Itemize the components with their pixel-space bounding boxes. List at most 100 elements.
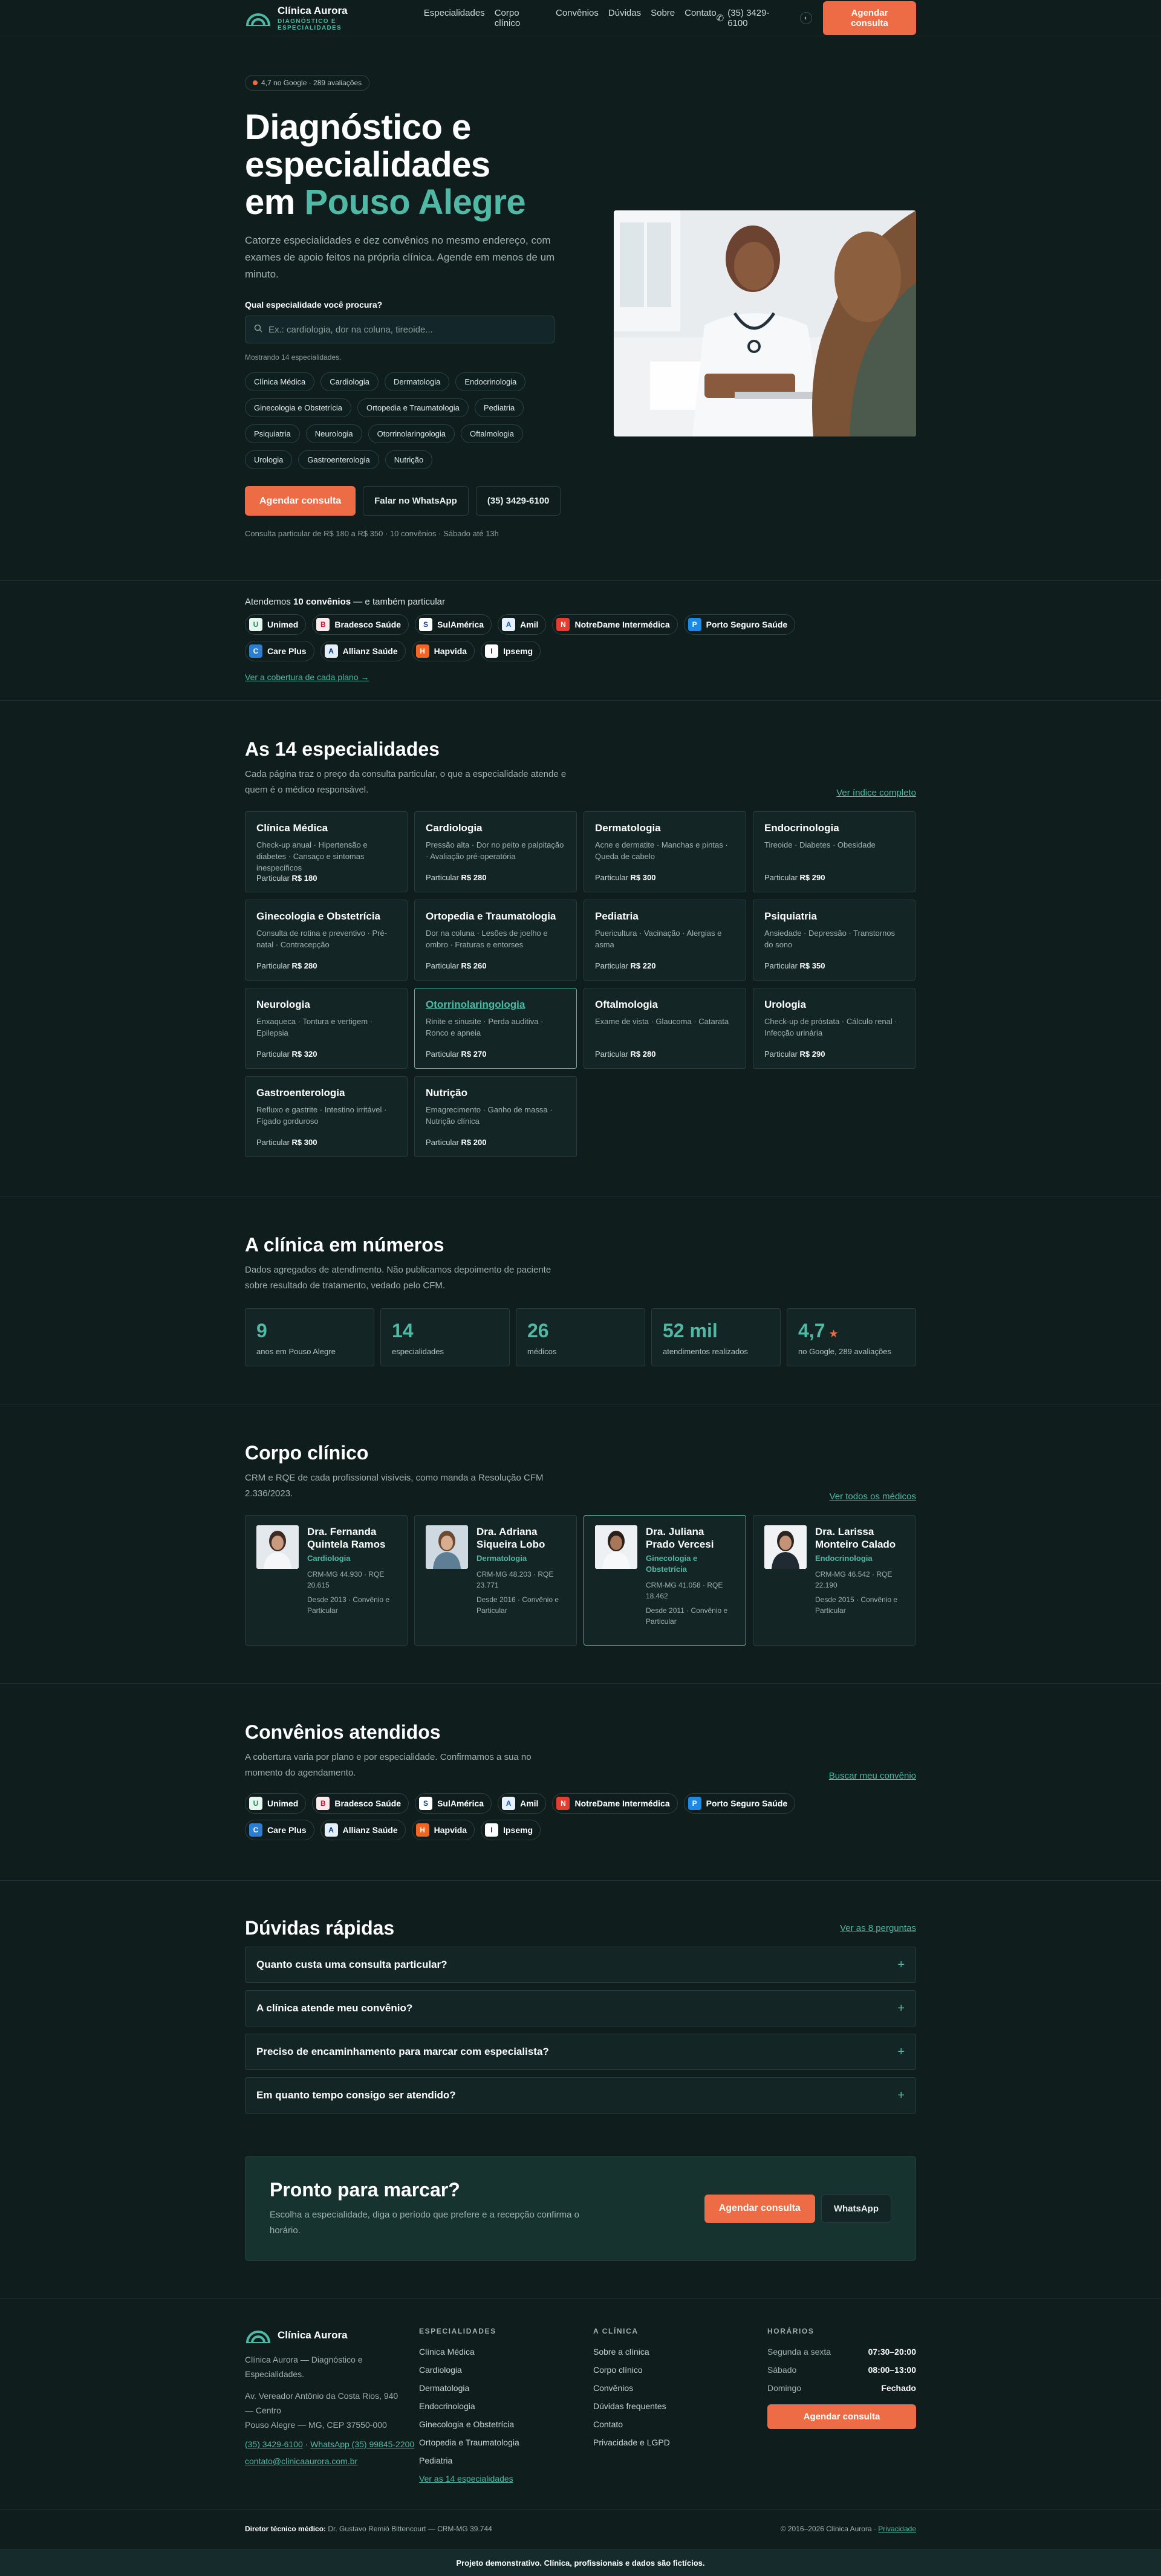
faq-item[interactable]: Preciso de encaminhamento para marcar co…	[245, 2034, 916, 2070]
specialty-card[interactable]: Nutrição Emagrecimento · Ganho de massa ·…	[414, 1076, 577, 1157]
demo-disclaimer: Projeto demonstrativo. Clínica, profissi…	[0, 2549, 1161, 2576]
specialty-card[interactable]: Psiquiatria Ansiedade · Depressão · Trans…	[753, 900, 915, 981]
specialty-card[interactable]: Ginecologia e Obstetrícia Consulta de rot…	[245, 900, 408, 981]
specialty-search-input[interactable]	[268, 324, 545, 335]
footer-specialty-link[interactable]: Ortopedia e Traumatologia	[419, 2433, 593, 2451]
theme-toggle-icon[interactable]: ◐	[800, 12, 813, 24]
specialty-chip[interactable]: Cardiologia	[320, 372, 379, 391]
faq-item[interactable]: A clínica atende meu convênio? +	[245, 1990, 916, 2026]
insurer-chip[interactable]: N NotreDame Intermédica	[552, 1793, 678, 1814]
cta-whatsapp-button[interactable]: WhatsApp	[821, 2194, 891, 2223]
specialty-card[interactable]: Otorrinolaringologia Rinite e sinusite · …	[414, 988, 577, 1069]
footer-clinic-link[interactable]: Corpo clínico	[593, 2361, 767, 2379]
insurer-chip[interactable]: A Amil	[498, 1793, 547, 1814]
specialty-name: Clínica Médica	[256, 822, 328, 834]
footer-specialty-link[interactable]: Pediatria	[419, 2451, 593, 2470]
nav-link-convenios[interactable]: Convênios	[556, 8, 599, 28]
footer-clinic-link[interactable]: Convênios	[593, 2379, 767, 2397]
specialty-chip[interactable]: Dermatologia	[385, 372, 450, 391]
specialty-chip[interactable]: Psiquiatria	[245, 424, 300, 443]
specialty-card[interactable]: Cardiologia Pressão alta · Dor no peito e…	[414, 811, 577, 892]
specialty-card[interactable]: Neurologia Enxaqueca · Tontura e vertigem…	[245, 988, 408, 1069]
nav-schedule-button[interactable]: Agendar consulta	[823, 1, 916, 35]
nav-link-duvidas[interactable]: Dúvidas	[608, 8, 641, 28]
insurer-chip[interactable]: S SulAmérica	[415, 614, 492, 635]
cta-schedule-button[interactable]: Agendar consulta	[704, 2194, 815, 2223]
nav-link-corpo-clinico[interactable]: Corpo clínico	[495, 8, 546, 28]
insurer-chip[interactable]: A Allianz Saúde	[320, 641, 406, 661]
specialty-card[interactable]: Pediatria Puericultura · Vacinação · Aler…	[584, 900, 746, 981]
doctor-card[interactable]: Dra. Juliana Prado Vercesi Ginecologia e …	[584, 1515, 746, 1646]
nav-link-sobre[interactable]: Sobre	[651, 8, 675, 28]
specialty-chip[interactable]: Endocrinologia	[455, 372, 526, 391]
hero-phone-button[interactable]: (35) 3429-6100	[475, 486, 561, 516]
doctor-card[interactable]: Dra. Fernanda Quintela Ramos Cardiologia C…	[245, 1515, 408, 1646]
insurer-chip[interactable]: B Bradesco Saúde	[312, 614, 409, 635]
specialty-card[interactable]: Dermatologia Acne e dermatite · Manchas e…	[584, 811, 746, 892]
specialties-index-link[interactable]: Ver índice completo	[836, 788, 916, 798]
insurer-chip[interactable]: N NotreDame Intermédica	[552, 614, 678, 635]
footer-logo[interactable]: Clínica Aurora	[245, 2327, 419, 2344]
specialty-chip[interactable]: Urologia	[245, 450, 293, 469]
footer-all-specialties-link[interactable]: Ver as 14 especialidades	[419, 2474, 513, 2484]
brand-logo[interactable]: Clínica Aurora DIAGNÓSTICO E ESPECIALIDA…	[245, 5, 402, 31]
nav-phone-link[interactable]: ✆ (35) 3429-6100	[717, 8, 789, 28]
specialty-chip[interactable]: Pediatria	[474, 398, 524, 417]
specialty-chip[interactable]: Gastroenterologia	[298, 450, 379, 469]
footer-specialty-link[interactable]: Endocrinologia	[419, 2397, 593, 2415]
insurer-chip[interactable]: S SulAmérica	[415, 1793, 492, 1814]
insurer-chip[interactable]: C Care Plus	[245, 1820, 314, 1840]
insurer-chip[interactable]: C Care Plus	[245, 641, 314, 661]
specialty-card[interactable]: Urologia Check-up de próstata · Cálculo r…	[753, 988, 915, 1069]
insurer-chip[interactable]: U Unimed	[245, 614, 307, 635]
specialty-chip[interactable]: Clínica Médica	[245, 372, 315, 391]
insurer-chip[interactable]: P Porto Seguro Saúde	[683, 1793, 796, 1814]
footer-email-link[interactable]: contato@clinicaaurora.com.br	[245, 2456, 357, 2466]
insurer-chip[interactable]: P Porto Seguro Saúde	[683, 614, 796, 635]
specialty-card[interactable]: Endocrinologia Tireoide · Diabetes · Obes…	[753, 811, 915, 892]
specialty-card[interactable]: Oftalmologia Exame de vista · Glaucoma · …	[584, 988, 746, 1069]
specialty-card[interactable]: Ortopedia e Traumatologia Dor na coluna ·…	[414, 900, 577, 981]
insurer-chip[interactable]: B Bradesco Saúde	[312, 1793, 409, 1814]
doctor-card[interactable]: Dra. Adriana Siqueira Lobo Dermatologia CR…	[414, 1515, 577, 1646]
specialty-chip[interactable]: Oftalmologia	[461, 424, 524, 443]
specialty-chip[interactable]: Nutrição	[385, 450, 433, 469]
footer-specialty-link[interactable]: Clínica Médica	[419, 2343, 593, 2361]
footer-specialty-link[interactable]: Cardiologia	[419, 2361, 593, 2379]
hero-whatsapp-button[interactable]: Falar no WhatsApp	[363, 486, 469, 516]
footer-clinic-link[interactable]: Sobre a clínica	[593, 2343, 767, 2361]
insurer-chip[interactable]: I Ipsemg	[481, 1820, 541, 1840]
insurer-chip[interactable]: A Amil	[498, 614, 547, 635]
insurer-chip[interactable]: U Unimed	[245, 1793, 307, 1814]
insurer-chip[interactable]: H Hapvida	[411, 641, 475, 661]
footer-schedule-button[interactable]: Agendar consulta	[767, 2404, 916, 2429]
doctor-card[interactable]: Dra. Larissa Monteiro Calado Endocrinolog…	[753, 1515, 915, 1646]
insurer-chip[interactable]: A Allianz Saúde	[320, 1820, 406, 1840]
specialty-chip[interactable]: Ginecologia e Obstetrícia	[245, 398, 351, 417]
faq-item[interactable]: Quanto custa uma consulta particular? +	[245, 1947, 916, 1983]
faq-all-link[interactable]: Ver as 8 perguntas	[840, 1923, 916, 1933]
footer-clinic-link[interactable]: Dúvidas frequentes	[593, 2397, 767, 2415]
specialty-card[interactable]: Clínica Médica Check-up anual · Hipertens…	[245, 811, 408, 892]
nav-link-especialidades[interactable]: Especialidades	[424, 8, 485, 28]
specialty-chip[interactable]: Ortopedia e Traumatologia	[357, 398, 469, 417]
footer-specialty-link[interactable]: Dermatologia	[419, 2379, 593, 2397]
insurer-chip[interactable]: I Ipsemg	[481, 641, 541, 661]
specialty-chip[interactable]: Neurologia	[305, 424, 362, 443]
specialty-card[interactable]: Gastroenterologia Refluxo e gastrite · In…	[245, 1076, 408, 1157]
footer-specialty-link[interactable]: Ginecologia e Obstetrícia	[419, 2415, 593, 2433]
hero-schedule-button[interactable]: Agendar consulta	[245, 486, 356, 516]
footer-whatsapp-link[interactable]: WhatsApp (35) 99845-2200	[310, 2439, 414, 2449]
faq-item[interactable]: Em quanto tempo consigo ser atendido? +	[245, 2077, 916, 2114]
footer-clinic-link[interactable]: Contato	[593, 2415, 767, 2433]
specialty-chip[interactable]: Otorrinolaringologia	[368, 424, 455, 443]
coverage-link[interactable]: Ver a cobertura de cada plano →	[245, 672, 369, 682]
footer-clinic-link[interactable]: Privacidade e LGPD	[593, 2433, 767, 2451]
search-insurer-link[interactable]: Buscar meu convênio	[829, 1771, 916, 1781]
privacy-link[interactable]: Privacidade	[878, 2525, 916, 2533]
nav-link-contato[interactable]: Contato	[685, 8, 717, 28]
all-doctors-link[interactable]: Ver todos os médicos	[830, 1491, 916, 1502]
insurer-chip[interactable]: H Hapvida	[411, 1820, 475, 1840]
faq-list: Quanto custa uma consulta particular? + A …	[245, 1947, 916, 2114]
footer-phone-link[interactable]: (35) 3429-6100	[245, 2439, 303, 2449]
